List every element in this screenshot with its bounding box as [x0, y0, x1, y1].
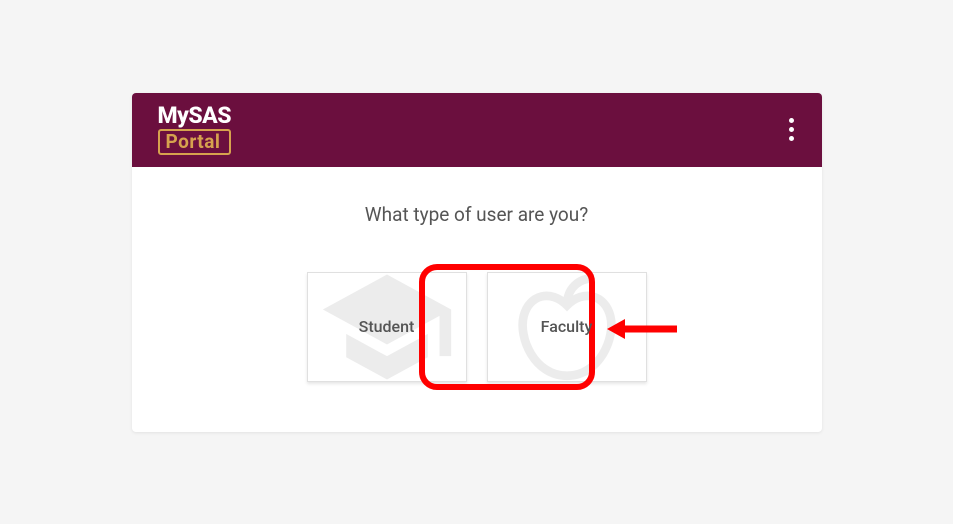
student-option[interactable]: Student	[307, 272, 467, 382]
app-logo: MySAS Portal	[150, 100, 240, 160]
faculty-option[interactable]: Faculty	[487, 272, 647, 382]
content-area: What type of user are you? Student Facu	[132, 167, 822, 432]
kebab-menu-icon[interactable]	[779, 108, 804, 151]
header-bar: MySAS Portal	[132, 93, 822, 167]
faculty-label: Faculty	[541, 317, 593, 336]
user-type-options: Student Faculty	[162, 272, 792, 382]
dot	[789, 118, 794, 123]
dot	[789, 136, 794, 141]
dot	[789, 127, 794, 132]
logo-title: MySAS	[158, 104, 232, 127]
logo-subtitle: Portal	[158, 129, 232, 156]
login-card: MySAS Portal What type of user are you? …	[132, 93, 822, 432]
student-label: Student	[359, 317, 415, 336]
user-type-prompt: What type of user are you?	[162, 203, 792, 226]
